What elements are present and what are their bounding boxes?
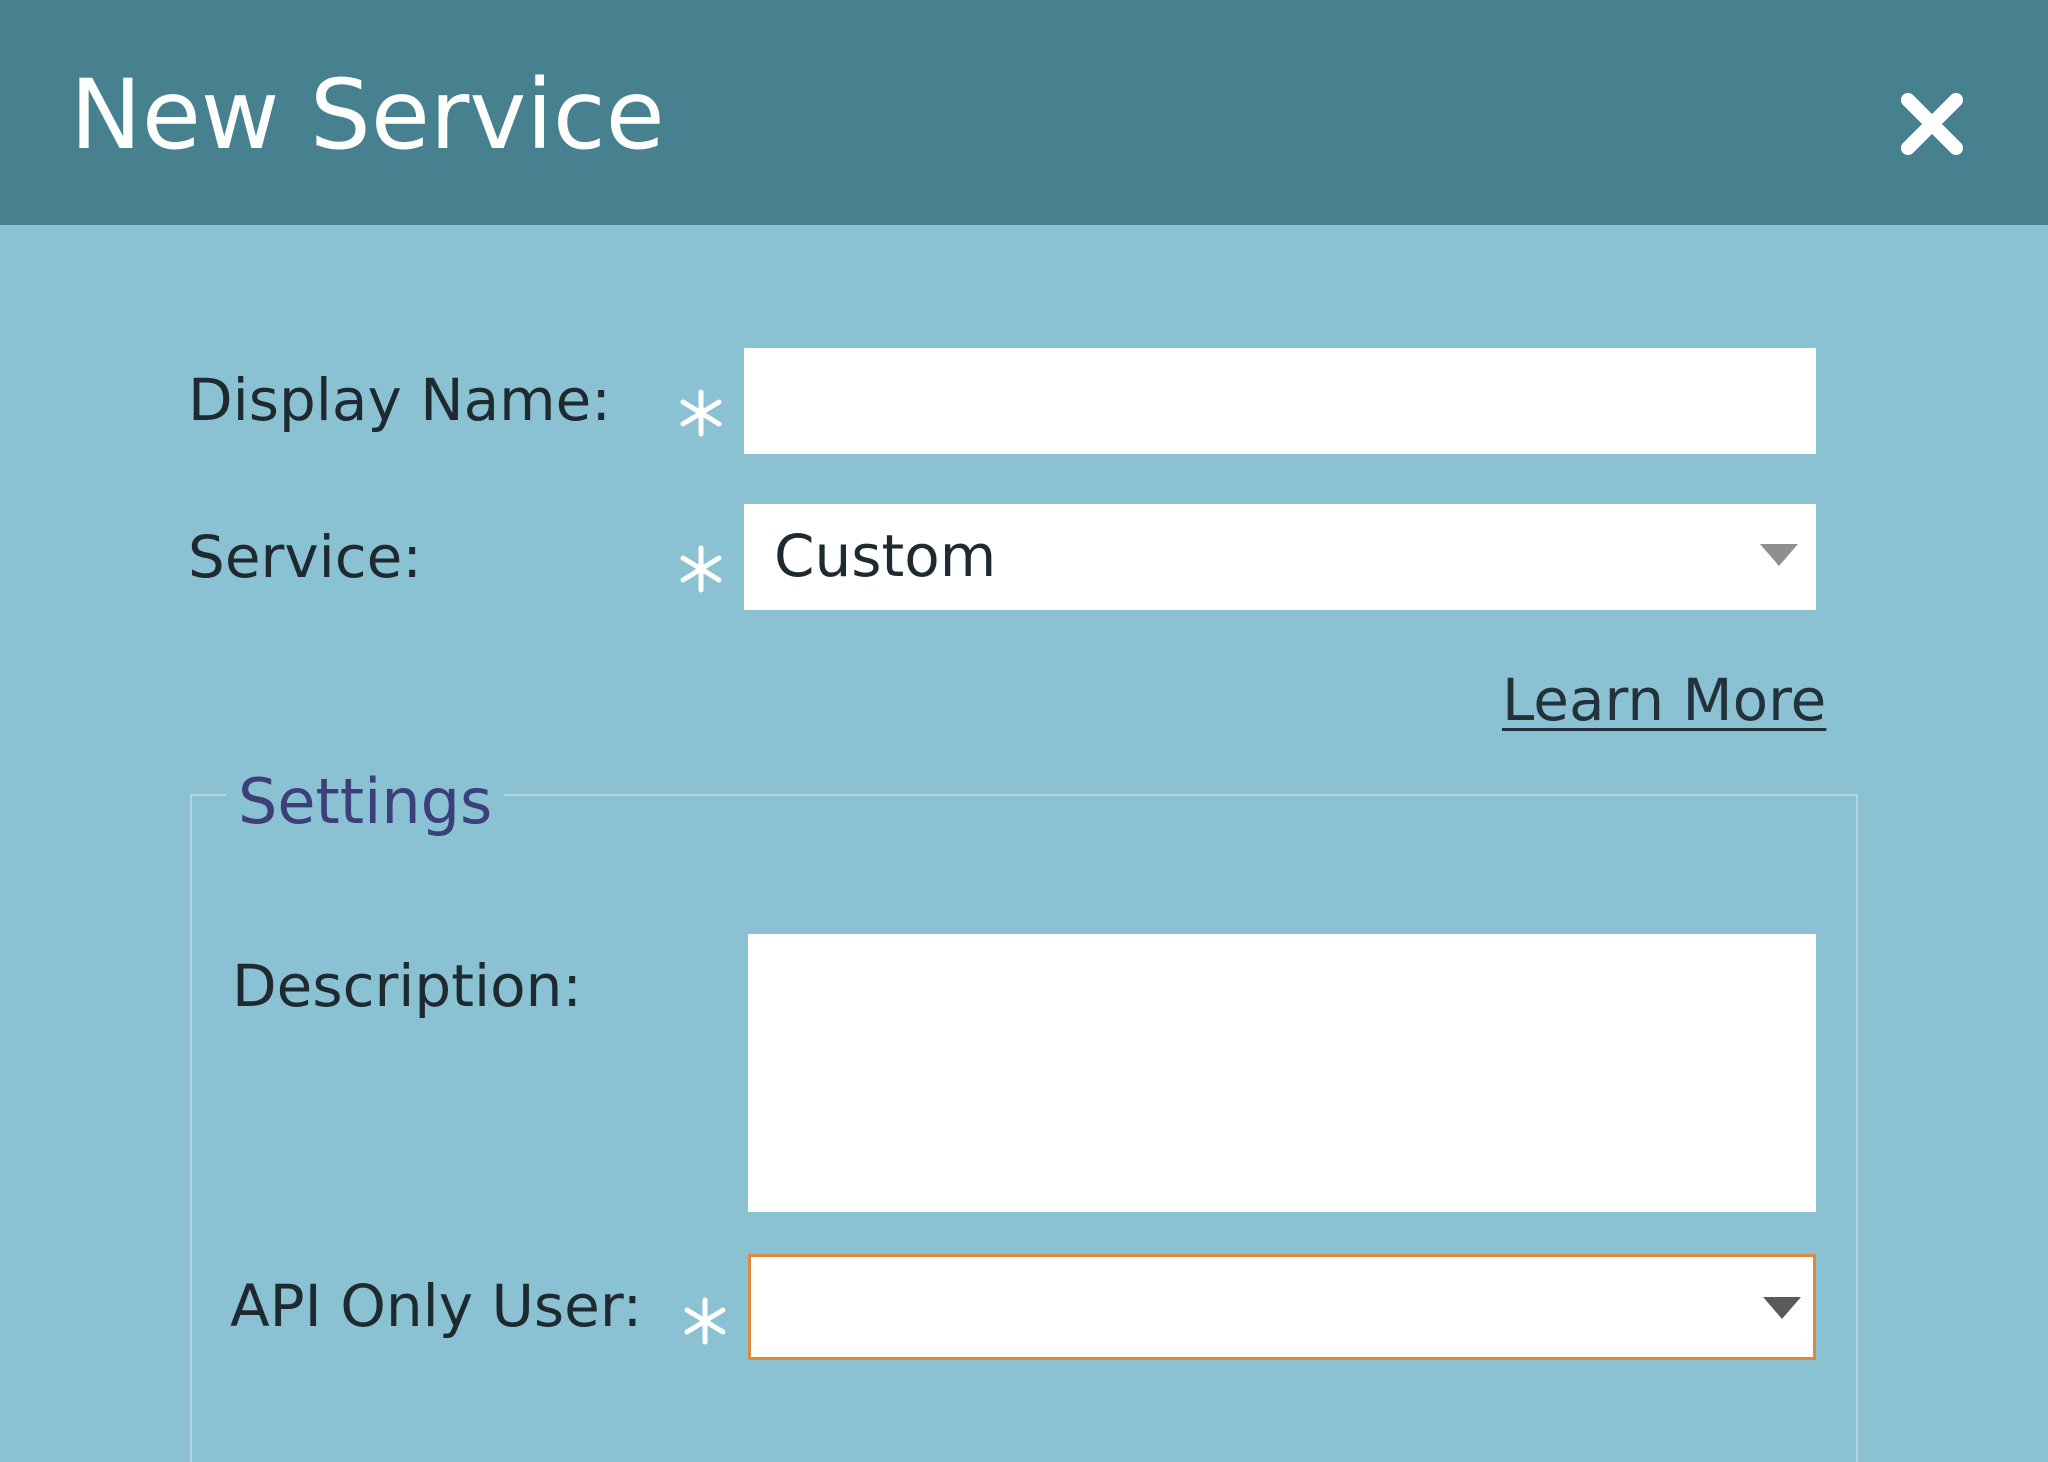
required-asterisk-icon xyxy=(672,540,730,598)
display-name-label: Display Name: xyxy=(188,366,611,434)
new-service-dialog: New Service Display Name: Service: Custo… xyxy=(0,0,2048,1462)
display-name-input[interactable] xyxy=(744,348,1816,454)
service-label: Service: xyxy=(188,523,422,591)
description-label: Description: xyxy=(232,952,582,1020)
service-selected-value: Custom xyxy=(774,522,997,590)
chevron-down-icon xyxy=(1760,544,1798,566)
required-asterisk-icon xyxy=(672,384,730,442)
dialog-header: New Service xyxy=(0,0,2048,225)
required-asterisk-icon xyxy=(676,1292,734,1350)
dialog-title: New Service xyxy=(70,59,665,171)
api-only-user-select[interactable] xyxy=(748,1254,1816,1360)
settings-legend: Settings xyxy=(226,766,505,838)
learn-more-link[interactable]: Learn More xyxy=(1502,665,1826,735)
chevron-down-icon xyxy=(1763,1297,1801,1319)
service-select[interactable]: Custom xyxy=(744,504,1816,610)
description-textarea[interactable] xyxy=(748,934,1816,1212)
api-only-user-label: API Only User: xyxy=(230,1272,643,1340)
close-icon[interactable] xyxy=(1892,84,1972,164)
